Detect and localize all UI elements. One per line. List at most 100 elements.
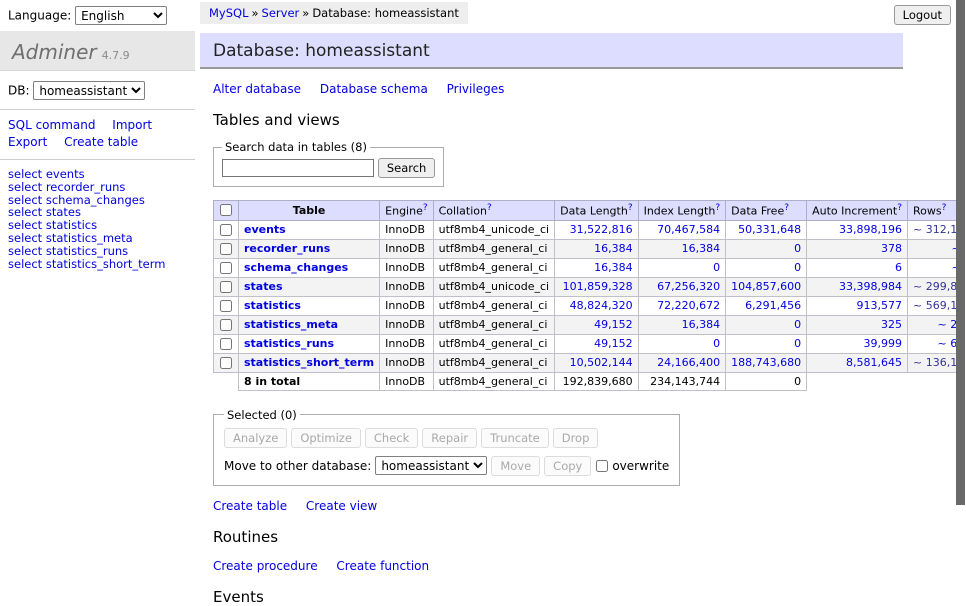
data-free-link[interactable]: 6,291,456 [745, 299, 801, 312]
help-link[interactable]: ? [715, 203, 720, 213]
row-checkbox-statistics-short-term[interactable] [220, 357, 232, 369]
auto-increment-link[interactable]: 33,398,984 [839, 280, 902, 293]
copy-button[interactable]: Copy [544, 456, 591, 476]
create-link-create-table[interactable]: Create table [213, 499, 287, 513]
table-cell: 33,398,984 [807, 277, 908, 296]
language-row: Language: English [0, 0, 195, 31]
row-checkbox-events[interactable] [220, 224, 232, 236]
select-all-checkbox[interactable] [220, 204, 232, 216]
sidebar-select-statistics-runs[interactable]: select statistics_runs [8, 245, 187, 258]
data-free-link[interactable]: 0 [794, 337, 801, 350]
auto-increment-link[interactable]: 325 [881, 318, 902, 331]
data-free-link[interactable]: 0 [794, 242, 801, 255]
check-button[interactable]: Check [365, 428, 418, 448]
row-checkbox-recorder-runs[interactable] [220, 243, 232, 255]
data-length-link[interactable]: 10,502,144 [570, 356, 633, 369]
row-checkbox-states[interactable] [220, 281, 232, 293]
action-link-privileges[interactable]: Privileges [447, 82, 505, 96]
sidebar-select-recorder-runs[interactable]: select recorder_runs [8, 181, 187, 194]
analyze-button[interactable]: Analyze [224, 428, 287, 448]
optimize-button[interactable]: Optimize [291, 428, 361, 448]
move-db-select[interactable]: homeassistant [375, 456, 487, 475]
selected-fieldset: Selected (0) AnalyzeOptimizeCheckRepairT… [213, 408, 680, 486]
auto-increment-link[interactable]: 6 [895, 261, 902, 274]
table-link-schema-changes[interactable]: schema_changes [244, 261, 348, 274]
data-free-link[interactable]: 50,331,648 [738, 223, 801, 236]
table-cell: 101,859,328 [555, 277, 638, 296]
index-length-link[interactable]: 67,256,320 [657, 280, 720, 293]
create-link-create-view[interactable]: Create view [306, 499, 377, 513]
data-free-link[interactable]: 188,743,680 [731, 356, 801, 369]
index-length-link[interactable]: 72,220,672 [657, 299, 720, 312]
help-link[interactable]: ? [628, 203, 633, 213]
sidebar-select-statistics-short-term[interactable]: select statistics_short_term [8, 258, 187, 271]
data-length-link[interactable]: 16,384 [594, 242, 633, 255]
table-link-recorder-runs[interactable]: recorder_runs [244, 242, 330, 255]
help-link[interactable]: ? [897, 203, 902, 213]
help-link[interactable]: ? [487, 203, 492, 213]
table-link-statistics[interactable]: statistics [244, 299, 301, 312]
data-length-link[interactable]: 101,859,328 [563, 280, 633, 293]
table-link-states[interactable]: states [244, 280, 283, 293]
repair-button[interactable]: Repair [422, 428, 477, 448]
table-link-events[interactable]: events [244, 223, 286, 236]
search-button[interactable]: Search [378, 158, 436, 178]
table-row-statistics-short-term: statistics_short_termInnoDButf8mb4_gener… [214, 353, 966, 372]
auto-increment-link[interactable]: 39,999 [864, 337, 903, 350]
help-link[interactable]: ? [942, 203, 947, 213]
index-length-link[interactable]: 24,166,400 [657, 356, 720, 369]
data-length-link[interactable]: 49,152 [594, 337, 633, 350]
index-length-link[interactable]: 0 [713, 337, 720, 350]
table-link-statistics-runs[interactable]: statistics_runs [244, 337, 334, 350]
auto-increment-link[interactable]: 913,577 [857, 299, 903, 312]
index-length-link[interactable]: 16,384 [682, 318, 721, 331]
routine-link-create-function[interactable]: Create function [336, 559, 429, 573]
table-cell: 49,152 [555, 334, 638, 353]
help-link[interactable]: ? [784, 203, 789, 213]
scrollbar-thumb[interactable] [956, 0, 965, 505]
data-length-link[interactable]: 49,152 [594, 318, 633, 331]
overwrite-checkbox[interactable] [596, 460, 608, 472]
search-input[interactable] [222, 159, 374, 177]
column-header-index-length: Index Length? [638, 201, 726, 221]
index-length-link[interactable]: 0 [713, 261, 720, 274]
sidebar-link-create-table[interactable]: Create table [64, 135, 138, 149]
drop-button[interactable]: Drop [553, 428, 599, 448]
table-link-statistics-meta[interactable]: statistics_meta [244, 318, 338, 331]
sidebar-select-events[interactable]: select events [8, 168, 187, 181]
action-link-database-schema[interactable]: Database schema [320, 82, 428, 96]
logout-button[interactable]: Logout [894, 5, 951, 25]
language-select[interactable]: English [75, 6, 167, 25]
data-free-link[interactable]: 104,857,600 [731, 280, 801, 293]
truncate-button[interactable]: Truncate [481, 428, 549, 448]
data-length-link[interactable]: 31,522,816 [570, 223, 633, 236]
auto-increment-link[interactable]: 378 [881, 242, 902, 255]
row-checkbox-statistics-meta[interactable] [220, 319, 232, 331]
table-cell: schema_changes [239, 258, 380, 277]
sidebar-link-sql-command[interactable]: SQL command [8, 118, 95, 132]
sidebar-link-import[interactable]: Import [112, 118, 152, 132]
row-checkbox-statistics[interactable] [220, 300, 232, 312]
breadcrumb-link-mysql[interactable]: MySQL [209, 6, 249, 20]
sidebar-link-export[interactable]: Export [8, 135, 47, 149]
row-checkbox-statistics-runs[interactable] [220, 338, 232, 350]
sidebar-select-statistics-meta[interactable]: select statistics_meta [8, 232, 187, 245]
action-link-alter-database[interactable]: Alter database [213, 82, 301, 96]
auto-increment-link[interactable]: 8,581,645 [846, 356, 902, 369]
index-length-link[interactable]: 16,384 [682, 242, 721, 255]
help-link[interactable]: ? [423, 203, 428, 213]
index-length-link[interactable]: 70,467,584 [657, 223, 720, 236]
routine-link-create-procedure[interactable]: Create procedure [213, 559, 318, 573]
table-link-statistics-short-term[interactable]: statistics_short_term [244, 356, 374, 369]
data-free-link[interactable]: 0 [794, 261, 801, 274]
select-all-cell [214, 201, 239, 221]
row-checkbox-schema-changes[interactable] [220, 262, 232, 274]
data-length-link[interactable]: 16,384 [594, 261, 633, 274]
data-length-link[interactable]: 48,824,320 [570, 299, 633, 312]
db-select[interactable]: homeassistant [33, 81, 145, 100]
table-cell: utf8mb4_general_ci [433, 296, 554, 315]
data-free-link[interactable]: 0 [794, 318, 801, 331]
breadcrumb-link-server[interactable]: Server [262, 6, 300, 20]
move-button[interactable]: Move [491, 456, 540, 476]
auto-increment-link[interactable]: 33,898,196 [839, 223, 902, 236]
